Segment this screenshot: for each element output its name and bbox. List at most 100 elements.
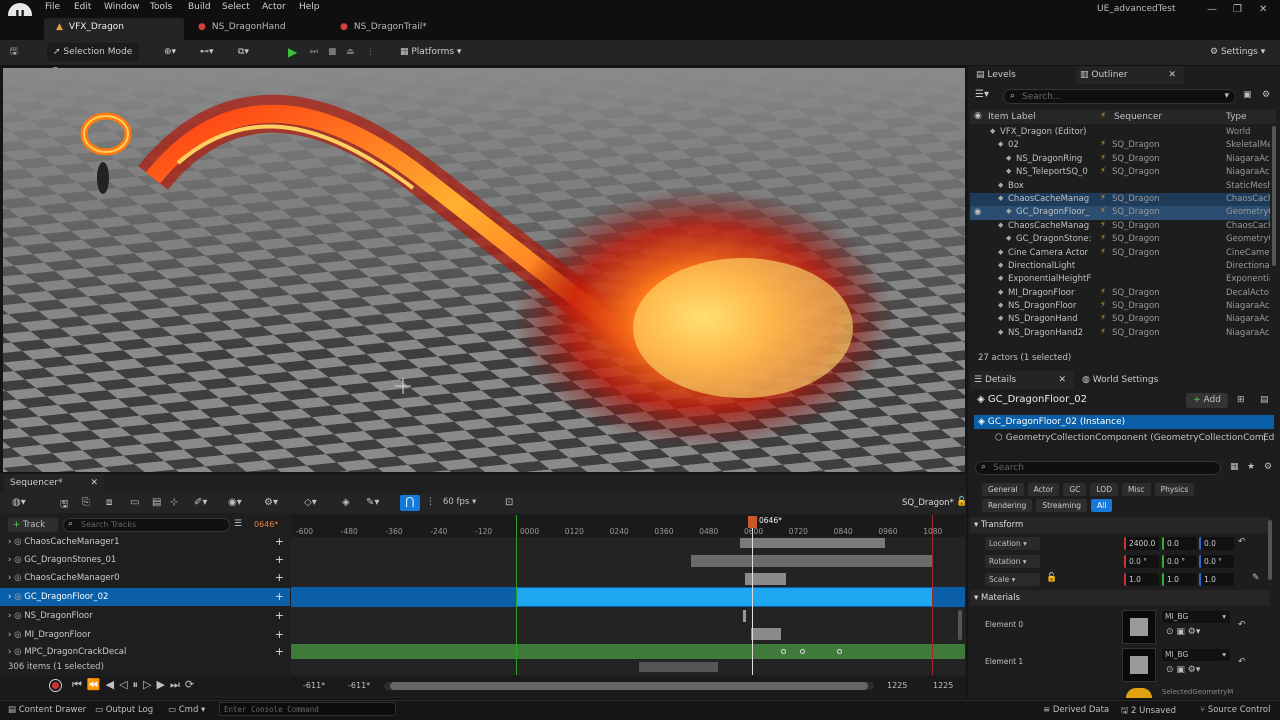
output-log-button[interactable]: ▭ Output Log — [95, 705, 153, 715]
scale-y-field[interactable]: 1.0 — [1162, 573, 1197, 586]
reset-icon[interactable]: ↶ — [1238, 657, 1246, 667]
filter-general[interactable]: General — [982, 483, 1024, 496]
render-movie-icon[interactable]: ⧈ — [106, 497, 112, 508]
asset-tools-icons[interactable]: ⊙ ▣ ⚙▾ — [1166, 665, 1200, 675]
source-control-button[interactable]: ⑂ Source Control — [1200, 705, 1270, 715]
transform-section[interactable]: ▾ Transform — [970, 517, 1270, 533]
section-extra[interactable] — [639, 662, 718, 672]
filter-misc[interactable]: Misc — [1121, 483, 1151, 496]
record-button[interactable] — [49, 679, 62, 692]
eject-icon[interactable]: ⏏ — [346, 43, 355, 61]
save-icon[interactable]: 🖫 — [10, 43, 24, 61]
add-actor-icon[interactable]: ⊕▾ — [164, 43, 176, 61]
add-key-icon[interactable]: + — [275, 643, 284, 661]
maximize-icon[interactable]: ❐ — [1233, 4, 1242, 15]
tab-outliner[interactable]: ▥ Outliner ✕ — [1076, 66, 1184, 84]
tab-ns-dragonhand[interactable]: ● NS_DragonHand — [186, 18, 326, 40]
more-icon[interactable]: ⋮ — [426, 497, 435, 507]
outliner-row[interactable]: NS_DragonFloor ◆ ⚡ SQ_Dragon NiagaraAc — [970, 300, 1270, 313]
section-chaoscache1[interactable] — [740, 538, 885, 548]
tab-levels[interactable]: ▤ Levels — [972, 66, 1072, 84]
column-item-label[interactable]: Item Label — [988, 112, 1036, 122]
track-row[interactable]: › ◎ GC_DragonFloor_02 + — [0, 588, 290, 606]
scale-x-field[interactable]: 1.0 — [1124, 573, 1159, 586]
section-gc-dragonfloor[interactable] — [517, 588, 932, 606]
outliner-row[interactable]: ChaosCacheManag ◆ ⚡ SQ_Dragon ChaosCach — [970, 220, 1270, 233]
keyframe[interactable] — [837, 649, 842, 654]
tab-ns-dragontrail[interactable]: ● NS_DragonTrail* — [328, 18, 478, 40]
fps-dropdown[interactable]: 60 fps ▾ — [443, 497, 476, 507]
keyframe[interactable] — [800, 649, 805, 654]
tab-sequencer[interactable]: Sequencer* ✕ — [4, 474, 104, 492]
element0-material-dropdown[interactable]: MI_BG ▾ — [1162, 611, 1230, 623]
reset-icon[interactable]: ↶ — [1238, 620, 1246, 630]
add-key-icon[interactable]: + — [275, 626, 284, 644]
keyframe[interactable] — [781, 649, 786, 654]
snap-magnet-icon[interactable]: ⋂ — [400, 495, 420, 511]
filter-icon[interactable]: ☰ — [234, 519, 242, 529]
grid-view-icon[interactable]: ▦ — [1230, 462, 1239, 472]
star-icon[interactable]: ★ — [1247, 462, 1255, 472]
lock-icon[interactable]: 🔓 — [1046, 573, 1057, 583]
track-row[interactable]: › ◎ MI_DragonFloor + — [0, 626, 290, 644]
unsaved-button[interactable]: 🖫 2 Unsaved — [1121, 705, 1176, 719]
world-icon[interactable]: ◍▾ — [12, 497, 26, 508]
element1-material-dropdown[interactable]: MI_BG ▾ — [1162, 649, 1230, 661]
outliner-row[interactable]: NS_TeleportSQ_0 ◆ ⚡ SQ_Dragon NiagaraAc — [970, 166, 1270, 179]
section-ns-dragonfloor[interactable] — [743, 610, 746, 622]
add-key-icon[interactable]: + — [275, 551, 284, 569]
track-row[interactable]: › ◎ GC_DragonStones_01 + — [0, 551, 290, 569]
section-gc-dragonstones[interactable] — [691, 555, 932, 567]
gear-icon[interactable]: ⚙ — [1262, 90, 1270, 100]
folder-add-icon[interactable]: ▣ — [1243, 90, 1252, 100]
platforms-button[interactable]: ▦ Platforms ▾ — [400, 43, 461, 61]
lock-icon[interactable]: 🔓 — [956, 497, 967, 507]
edit-mode-icon[interactable]: ✎▾ — [366, 497, 379, 508]
menu-tools[interactable]: Tools — [150, 2, 172, 12]
rotation-dropdown[interactable]: Rotation ▾ — [985, 555, 1040, 568]
instance-row[interactable]: ◈ GC_DragonFloor_02 (Instance) — [974, 415, 1274, 429]
add-key-icon[interactable]: + — [275, 533, 284, 551]
rotation-y-field[interactable]: 0.0 ° — [1162, 555, 1197, 568]
add-key-icon[interactable]: + — [275, 588, 284, 606]
location-z-field[interactable]: 0.0 — [1199, 537, 1234, 550]
menu-help[interactable]: Help — [299, 2, 320, 12]
filter-gc[interactable]: GC — [1063, 483, 1087, 496]
menu-actor[interactable]: Actor — [262, 2, 286, 12]
tab-world-settings[interactable]: ◍ World Settings — [1078, 371, 1188, 389]
tab-vfx-dragon[interactable]: ▲ VFX_Dragon — [44, 18, 184, 40]
cmd-dropdown[interactable]: ▭ Cmd ▾ — [168, 705, 205, 715]
tab-details[interactable]: ☰ Details ✕ — [970, 371, 1074, 389]
view-range-end[interactable]: 1225 — [933, 681, 953, 690]
add-component-button[interactable]: + Add — [1186, 393, 1228, 408]
location-x-field[interactable]: 2400.0 — [1124, 537, 1159, 550]
selection-mode-dropdown[interactable]: ➚ Selection Mode ▾ — [47, 43, 139, 75]
filter-rendering[interactable]: Rendering — [982, 499, 1033, 512]
outliner-row[interactable]: Cine Camera Actor ◆ ⚡ SQ_Dragon CineCamer — [970, 247, 1270, 260]
close-icon[interactable]: ✕ — [1168, 66, 1176, 84]
location-dropdown[interactable]: Location ▾ — [985, 537, 1040, 550]
more-options-icon[interactable]: ▤ — [1260, 395, 1269, 405]
rotation-z-field[interactable]: 0.0 ° — [1199, 555, 1234, 568]
outliner-row[interactable]: VFX_Dragon (Editor) ◆ World — [970, 126, 1270, 139]
stop-icon[interactable]: ■ — [328, 43, 337, 61]
view-options-icon[interactable]: ◉▾ — [228, 497, 242, 508]
graph-icon[interactable]: ⊡ — [505, 497, 513, 508]
more-icon[interactable]: ⋮ — [366, 43, 375, 61]
materials-section[interactable]: ▾ Materials — [970, 590, 1270, 606]
camera-icon[interactable]: ▭ — [130, 497, 139, 508]
section-mpc-dragoncrackdecal[interactable] — [291, 644, 965, 659]
playback-start-marker[interactable] — [516, 515, 517, 675]
column-type[interactable]: Type — [1226, 112, 1247, 122]
derived-data-button[interactable]: ≡ Derived Data — [1043, 705, 1109, 715]
element1-thumbnail[interactable] — [1122, 648, 1156, 682]
cinematics-icon[interactable]: ⧉▾ — [238, 43, 249, 61]
asset-tools-icons[interactable]: ⊙ ▣ ⚙▾ — [1166, 627, 1200, 637]
track-search-input[interactable]: ⌕ Search Tracks — [63, 518, 230, 532]
filter-lod[interactable]: LOD — [1090, 483, 1118, 496]
track-row[interactable]: › ◎ MPC_DragonCrackDecal + — [0, 643, 290, 661]
curve-icon[interactable]: ⊹ — [170, 497, 178, 508]
outliner-row[interactable]: 02 ◆ ⚡ SQ_Dragon SkeletalMe — [970, 139, 1270, 152]
add-track-button[interactable]: + Track — [8, 518, 58, 532]
menu-build[interactable]: Build — [188, 2, 211, 12]
